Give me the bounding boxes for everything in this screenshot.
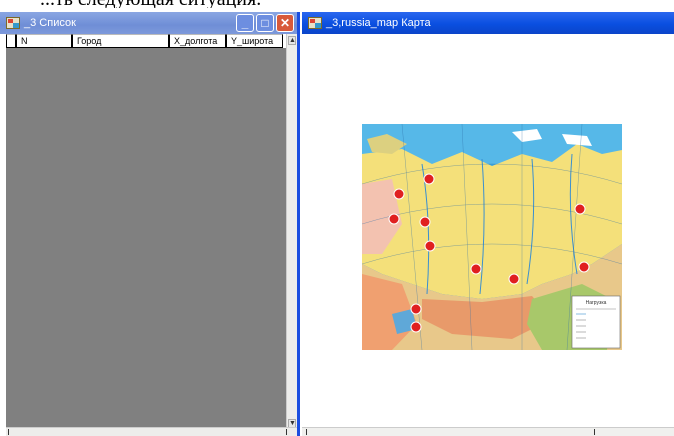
horizontal-scrollbar[interactable] [6, 427, 297, 436]
list-window: _3 Список _ □ ✕ N Город X_долгота Y_широ… [0, 12, 300, 436]
row-selector-header[interactable] [6, 34, 16, 48]
column-header-longitude[interactable]: X_долгота [169, 34, 226, 48]
scroll-up-arrow-icon[interactable]: ▲ [288, 36, 296, 45]
document-caption-fragment: ...ть следующая ситуация. [0, 0, 674, 8]
russia-map-image[interactable]: Нагрузка [362, 124, 622, 350]
close-button[interactable]: ✕ [276, 14, 294, 32]
map-window-title: _3,russia_map Карта [326, 17, 431, 29]
map-window-icon[interactable] [308, 17, 322, 29]
grid-header: N Город X_долгота Y_широта [6, 34, 297, 48]
map-legend-title: Нагрузка [586, 300, 607, 306]
vertical-scrollbar[interactable]: ▲ ▼ [286, 34, 297, 428]
app-window-icon[interactable] [6, 17, 20, 29]
list-grid[interactable]: N Город X_долгота Y_широта ▲ ▼ [6, 34, 297, 436]
column-header-n[interactable]: N [16, 34, 72, 48]
maximize-button[interactable]: □ [256, 14, 274, 32]
map-window: _3,russia_map Карта Нагрузка [302, 12, 674, 436]
column-header-latitude[interactable]: Y_широта [226, 34, 283, 48]
list-window-titlebar[interactable]: _3 Список _ □ ✕ [0, 12, 297, 34]
map-canvas[interactable]: Нагрузка [302, 34, 674, 436]
list-window-title: _3 Список [24, 17, 76, 29]
column-header-city[interactable]: Город [72, 34, 169, 48]
minimize-button[interactable]: _ [236, 14, 254, 32]
map-window-titlebar[interactable]: _3,russia_map Карта [302, 12, 674, 34]
map-horizontal-scrollbar[interactable] [302, 427, 674, 436]
